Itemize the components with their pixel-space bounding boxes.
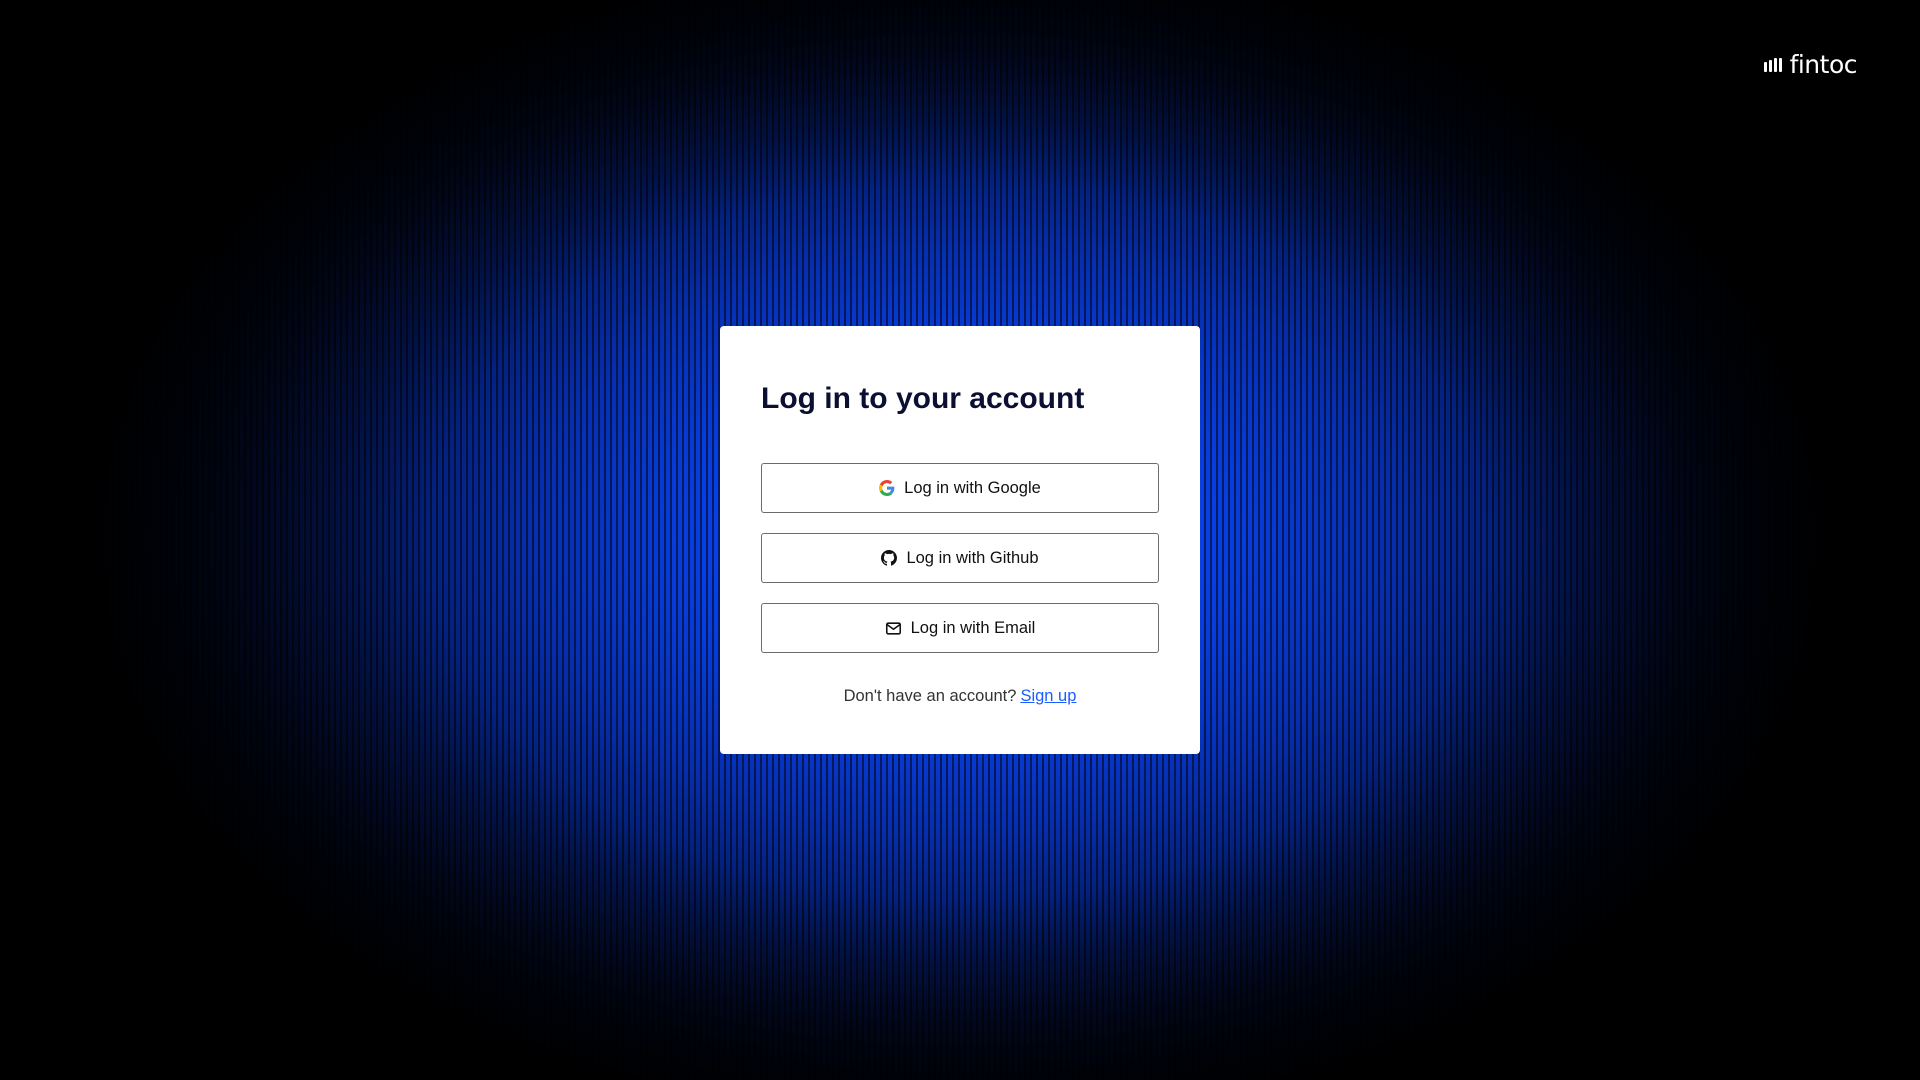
github-login-button[interactable]: Log in with Github: [761, 533, 1159, 583]
signup-prompt: Don't have an account?: [843, 687, 1017, 705]
page-title: Log in to your account: [761, 382, 1085, 415]
google-login-label: Log in with Google: [904, 478, 1041, 497]
email-login-label: Log in with Email: [910, 618, 1036, 637]
signup-prompt-line: Don't have an account? Sign up: [761, 687, 1159, 706]
github-icon: [881, 550, 898, 566]
login-card: Log in to your account Log in with Googl…: [720, 326, 1200, 754]
google-login-button[interactable]: Log in with Google: [761, 463, 1159, 513]
fintoc-logo-bars-icon: [1763, 57, 1782, 72]
mail-icon: [885, 620, 902, 637]
github-login-label: Log in with Github: [906, 548, 1039, 567]
login-page: fintoc Log in to your account Log in wit…: [0, 0, 1920, 1080]
google-icon: [879, 480, 895, 496]
signup-link[interactable]: Sign up: [1020, 687, 1076, 705]
email-login-button[interactable]: Log in with Email: [761, 603, 1159, 653]
brand-logo: fintoc: [1763, 50, 1858, 79]
brand-name: fintoc: [1789, 50, 1858, 79]
